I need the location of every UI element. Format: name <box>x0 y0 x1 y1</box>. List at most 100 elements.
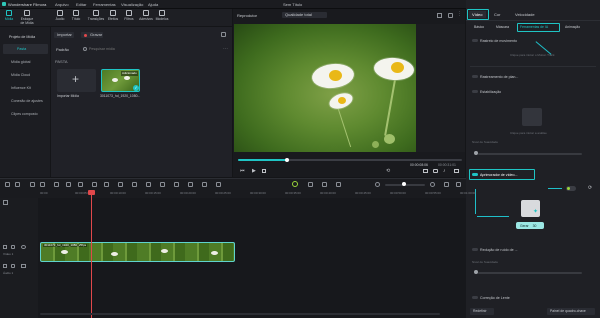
subtab-animation[interactable]: Animação <box>565 25 580 29</box>
color-icon[interactable] <box>132 182 137 187</box>
section-lens-correction[interactable]: Correção de Lente <box>470 293 596 304</box>
transform-icon[interactable] <box>188 182 193 187</box>
video-preview[interactable] <box>234 24 416 152</box>
generate-button[interactable]: Gerar 30 <box>516 222 544 229</box>
timeline-more-icon[interactable] <box>456 182 461 187</box>
text-icon[interactable] <box>92 182 97 187</box>
tool-audio[interactable]: Áudio <box>53 10 67 21</box>
tool-filters[interactable]: Filtros <box>122 10 136 21</box>
tab-color[interactable]: Cor <box>494 13 500 17</box>
section-motion-tracking[interactable]: Rastreio de movimento <box>470 36 596 47</box>
tool-media[interactable]: Mídia <box>2 10 16 21</box>
quality-dropdown[interactable]: Qualidade total <box>282 12 327 18</box>
refresh-icon[interactable]: ⟳ <box>588 185 592 191</box>
tool-templates[interactable]: Modelos <box>155 10 169 21</box>
track-icon[interactable] <box>174 182 179 187</box>
filter-icon[interactable] <box>221 32 226 37</box>
loop-icon[interactable]: ⟲ <box>386 168 390 174</box>
more-icon[interactable]: ⋮ <box>457 11 462 17</box>
section-noise-reduction[interactable]: Redução de ruído de ... <box>470 245 596 256</box>
keyframe-icon[interactable] <box>202 182 207 187</box>
snap-icon[interactable] <box>308 182 313 187</box>
player-progress-track[interactable] <box>238 159 462 161</box>
add-track-icon[interactable] <box>3 200 8 205</box>
split-icon[interactable] <box>5 182 10 187</box>
tab-speed[interactable]: Velocidade <box>515 13 535 17</box>
more-options-icon[interactable]: ⋯ <box>223 46 228 52</box>
audio-lock-icon[interactable] <box>11 264 15 268</box>
sort-dropdown[interactable]: Padrão <box>56 48 69 52</box>
sidebar-item-global[interactable]: Mídia global <box>3 57 48 67</box>
mask-icon[interactable] <box>160 182 165 187</box>
noise-slider[interactable] <box>478 272 582 274</box>
video-track-icon[interactable] <box>3 245 7 249</box>
menu-file[interactable]: Arquivo <box>55 2 69 7</box>
keyframe-panel-button[interactable]: Painel de quadro-chave <box>547 308 595 315</box>
select-icon[interactable] <box>15 182 20 187</box>
zoom-slider-knob[interactable] <box>402 182 406 186</box>
grid-view-icon[interactable] <box>437 13 442 18</box>
search-input[interactable] <box>89 45 144 52</box>
delete-icon[interactable] <box>54 182 59 187</box>
mic-icon[interactable] <box>322 182 327 187</box>
zoom-out-icon[interactable] <box>375 182 380 187</box>
tool-effects[interactable]: Efeitos <box>106 10 120 21</box>
enhancer-controls[interactable] <box>566 186 576 191</box>
sidebar-item-adjust[interactable]: Conexão de ajustes <box>3 96 48 106</box>
stop-icon[interactable] <box>262 169 266 173</box>
sidebar-header[interactable]: Projeto de Mídia <box>3 32 48 42</box>
stabilize-slider[interactable] <box>478 153 582 155</box>
noise-slider-knob[interactable] <box>474 270 478 274</box>
sidebar-item-influence[interactable]: Influence Kit <box>3 83 48 93</box>
menu-view[interactable]: Visualização <box>121 2 143 7</box>
prev-frame-icon[interactable]: ⏮ <box>240 168 245 174</box>
eye-icon[interactable] <box>21 245 26 249</box>
snapshot-icon[interactable] <box>448 13 453 18</box>
layout-icon[interactable] <box>444 182 449 187</box>
playhead-handle[interactable] <box>88 190 95 195</box>
freeze-icon[interactable] <box>104 182 109 187</box>
import-button[interactable]: Importar <box>54 32 74 38</box>
search-icon[interactable] <box>83 47 87 51</box>
render-icon[interactable] <box>292 181 298 187</box>
import-media-tile[interactable]: + <box>57 69 96 92</box>
sidebar-item-compound[interactable]: Clipes composto <box>3 109 48 119</box>
section-plane-tracking[interactable]: Rastreamento de plan... <box>470 72 596 83</box>
speed-icon[interactable] <box>78 182 83 187</box>
play-icon[interactable]: ▶ <box>252 168 256 174</box>
marker-icon[interactable] <box>216 182 221 187</box>
timeline-scrollbar[interactable] <box>40 313 440 315</box>
fullscreen-icon[interactable] <box>423 169 428 173</box>
playhead-line[interactable] <box>91 190 92 318</box>
sidebar-item-folder[interactable]: Pasta <box>3 44 48 54</box>
timeline-video-clip[interactable]: 3011073_hd_1920_1080_25fps <box>40 242 235 262</box>
redo-icon[interactable] <box>40 182 45 187</box>
lock-icon[interactable] <box>11 245 15 249</box>
subtab-mask[interactable]: Máscara <box>496 25 509 29</box>
volume-icon[interactable]: ♪ <box>443 168 446 174</box>
menu-edit[interactable]: Editar <box>76 2 86 7</box>
reset-button[interactable]: Redefinir <box>470 308 494 315</box>
menu-tools[interactable]: Ferramentas <box>93 2 116 7</box>
sidebar-item-cloud[interactable]: Mídia Cloud <box>3 70 48 80</box>
tool-stickers[interactable]: Adesivos <box>139 10 153 21</box>
section-stabilization[interactable]: Estabilização <box>470 87 596 98</box>
speaker-icon[interactable] <box>21 264 26 268</box>
media-clip-thumbnail[interactable]: Adicionado ✓ <box>101 69 140 92</box>
tool-title[interactable]: Título <box>69 10 83 21</box>
zoom-in-icon[interactable] <box>430 182 435 187</box>
mix-icon[interactable] <box>336 182 341 187</box>
tool-transitions[interactable]: Transições <box>87 10 105 21</box>
undo-icon[interactable] <box>30 182 35 187</box>
crop-icon[interactable] <box>66 182 71 187</box>
audio-edit-icon[interactable] <box>118 182 123 187</box>
stabilize-slider-knob[interactable] <box>474 151 478 155</box>
ruler-tick-label: 00:00:35:00 <box>285 191 301 195</box>
snapshot-small-icon[interactable] <box>433 169 438 173</box>
audio-track-icon[interactable] <box>3 264 7 268</box>
expand-icon[interactable] <box>454 169 459 173</box>
ai-icon[interactable] <box>146 182 151 187</box>
tool-stock[interactable]: Estoque de Mídia <box>20 10 34 25</box>
menu-help[interactable]: Ajuda <box>148 2 158 7</box>
subtab-basic[interactable]: Básico <box>474 25 484 29</box>
